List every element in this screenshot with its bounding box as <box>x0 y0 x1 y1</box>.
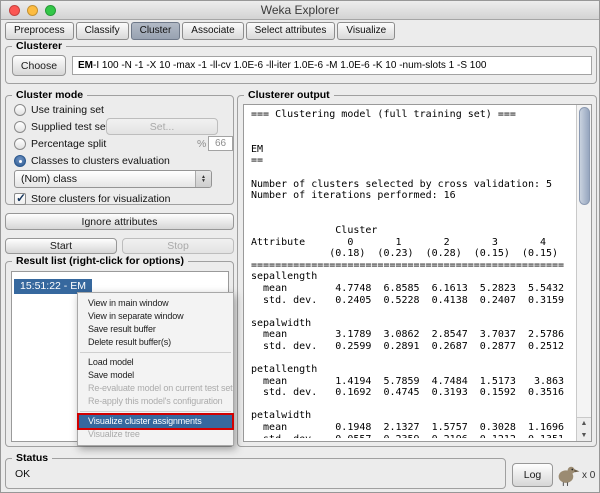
store-clusters-option[interactable]: Store clusters for visualization <box>14 191 171 206</box>
status-group-title: Status <box>12 452 53 464</box>
supplied-test-set-option[interactable]: Supplied test set <box>14 120 109 134</box>
cluster-mode-group-title: Cluster mode <box>12 89 88 101</box>
result-context-menu: View in main window View in separate win… <box>77 292 234 446</box>
weka-run-counter: x 0 <box>582 470 596 481</box>
minimize-button[interactable] <box>27 5 38 16</box>
tab-visualize[interactable]: Visualize <box>337 22 396 40</box>
clusterer-output-pane: === Clustering model (full training set)… <box>243 104 592 442</box>
classes-to-clusters-option[interactable]: Classes to clusters evaluation <box>14 154 170 168</box>
set-test-set-button: Set... <box>106 118 218 135</box>
menu-item-view-main-window[interactable]: View in main window <box>78 297 233 310</box>
tab-associate[interactable]: Associate <box>182 22 244 40</box>
clusterer-scheme-args: -I 100 -N -1 -X 10 -max -1 -ll-cv 1.0E-6… <box>93 60 487 71</box>
clusterer-group: Clusterer Choose EM -I 100 -N -1 -X 10 -… <box>5 40 597 84</box>
output-vertical-scrollbar[interactable]: ▲ ▼ <box>576 105 591 441</box>
clusterer-output-group-title: Clusterer output <box>244 89 334 101</box>
classes-to-clusters-label: Classes to clusters evaluation <box>31 155 170 167</box>
clusterer-output-group: Clusterer output === Clustering model (f… <box>237 89 597 447</box>
close-button[interactable] <box>9 5 20 16</box>
tab-cluster[interactable]: Cluster <box>130 22 181 40</box>
menu-separator <box>80 352 231 353</box>
percentage-split-option[interactable]: Percentage split <box>14 137 106 151</box>
clusterer-output-text: === Clustering model (full training set)… <box>251 109 565 438</box>
menu-separator <box>80 411 231 412</box>
clusterer-scheme-name: EM <box>78 60 93 71</box>
stop-button: Stop <box>122 238 234 254</box>
class-attribute-value: (Nom) class <box>21 173 78 185</box>
menu-item-load-model[interactable]: Load model <box>78 356 233 369</box>
store-clusters-checkbox-icon <box>14 191 26 205</box>
clusterer-command-field[interactable]: EM -I 100 -N -1 -X 10 -max -1 -ll-cv 1.0… <box>72 56 592 75</box>
menu-item-delete-result-buffer[interactable]: Delete result buffer(s) <box>78 336 233 349</box>
menu-item-reevaluate-model: Re-evaluate model on current test set <box>88 383 233 393</box>
menu-item-visualize-tree: Visualize tree <box>88 429 140 439</box>
cluster-mode-group: Cluster mode Use training set Supplied t… <box>5 89 234 206</box>
supplied-test-set-label: Supplied test set <box>31 121 109 133</box>
scrollbar-thumb[interactable] <box>578 107 590 205</box>
menu-item-save-result-buffer[interactable]: Save result buffer <box>78 323 233 336</box>
combo-arrows-icon: ▲ ▼ <box>195 171 211 187</box>
scroll-down-icon[interactable]: ▼ <box>577 430 591 442</box>
percentage-split-field: 66 <box>208 136 233 151</box>
scrollbar-arrows: ▲ ▼ <box>577 417 591 441</box>
menu-item-save-model[interactable]: Save model <box>78 369 233 382</box>
tab-preprocess[interactable]: Preprocess <box>5 22 74 40</box>
menu-item-reapply-configuration: Re-apply this model's configuration <box>88 396 223 406</box>
zoom-button[interactable] <box>45 5 56 16</box>
tab-select-attributes[interactable]: Select attributes <box>245 22 336 40</box>
window-controls <box>9 5 56 16</box>
log-button[interactable]: Log <box>512 463 553 487</box>
percent-symbol-label: % <box>197 138 207 150</box>
titlebar: Weka Explorer <box>1 1 599 20</box>
menu-item-label: Visualize cluster assignments <box>88 416 202 426</box>
use-training-set-label: Use training set <box>31 104 104 116</box>
weka-explorer-window: Weka Explorer Preprocess Classify Cluste… <box>0 0 600 493</box>
percentage-split-label: Percentage split <box>31 138 107 150</box>
tab-bar: Preprocess Classify Cluster Associate Se… <box>5 22 396 40</box>
result-list-group-title: Result list (right-click for options) <box>12 255 189 267</box>
scroll-up-icon[interactable]: ▲ <box>577 418 591 430</box>
menu-item-visualize-cluster-assignments[interactable]: Visualize cluster assignments <box>77 413 234 430</box>
status-message: OK <box>15 468 31 480</box>
classes-to-clusters-radio-icon <box>14 155 26 167</box>
window-title: Weka Explorer <box>260 3 340 17</box>
store-clusters-label: Store clusters for visualization <box>31 193 171 205</box>
ignore-attributes-button[interactable]: Ignore attributes <box>5 213 234 230</box>
class-attribute-dropdown[interactable]: (Nom) class ▲ ▼ <box>14 170 212 188</box>
start-button[interactable]: Start <box>5 238 117 254</box>
weka-bird-icon <box>558 466 580 486</box>
use-training-set-radio-icon <box>14 104 26 116</box>
supplied-test-set-radio-icon <box>14 121 26 133</box>
choose-clusterer-button[interactable]: Choose <box>12 55 66 76</box>
percentage-split-radio-icon <box>14 138 26 150</box>
menu-item-view-separate-window[interactable]: View in separate window <box>78 310 233 323</box>
status-group: Status OK <box>5 452 506 489</box>
tab-classify[interactable]: Classify <box>75 22 129 40</box>
clusterer-group-title: Clusterer <box>12 40 67 52</box>
use-training-set-option[interactable]: Use training set <box>14 103 104 117</box>
